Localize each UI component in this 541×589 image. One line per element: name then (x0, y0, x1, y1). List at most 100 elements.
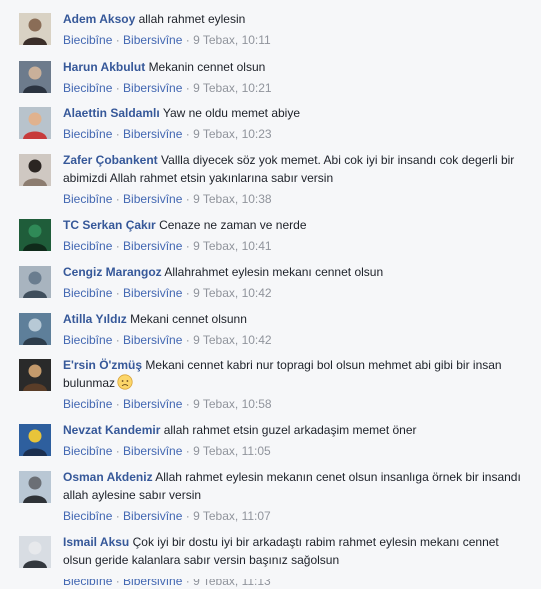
comment-timestamp[interactable]: 9 Tebax, 10:58 (193, 397, 272, 411)
comment-author-link[interactable]: Zafer Çobankent (63, 153, 158, 167)
profile-photo-icon[interactable] (19, 359, 51, 391)
comment-actions: Biecibîne · Bibersivîne · 9 Tebax, 10:58 (63, 396, 525, 412)
comment-author-link[interactable]: Nevzat Kandemir (63, 423, 160, 437)
reply-link[interactable]: Bibersivîne (123, 81, 182, 95)
separator-dot: · (182, 333, 194, 347)
like-link[interactable]: Biecibîne (63, 333, 112, 347)
separator-dot: · (112, 33, 124, 47)
comment-actions: Biecibîne · Bibersivîne · 9 Tebax, 11:07 (63, 508, 525, 524)
separator-dot: · (182, 192, 194, 206)
comment-body: Nevzat Kandemir allah rahmet etsin guzel… (63, 421, 525, 459)
comment-actions: Biecibîne · Bibersivîne · 9 Tebax, 10:11 (63, 32, 525, 48)
comment-body: Adem Aksoy allah rahmet eylesin Biecibîne… (63, 10, 525, 48)
comment-timestamp[interactable]: 9 Tebax, 11:05 (193, 444, 271, 458)
reply-link[interactable]: Bibersivîne (123, 286, 182, 300)
reply-link[interactable]: Bibersivîne (123, 509, 182, 523)
comment-body: Atilla Yıldız Mekani cennet olsunn Biecib… (63, 310, 525, 348)
reply-link[interactable]: Bibersivîne (123, 444, 182, 458)
comment-author-link[interactable]: E'rsin Ö'zmüş (63, 358, 142, 372)
profile-photo-icon[interactable] (19, 424, 51, 456)
separator-dot: · (182, 239, 194, 253)
reply-link[interactable]: Bibersivîne (123, 33, 182, 47)
comment-author-link[interactable]: Alaettin Saldamlı (63, 106, 160, 120)
comment-author-link[interactable]: Harun Akbulut (63, 60, 145, 74)
comment-body: Zafer Çobankent Vallla diyecek söz yok m… (63, 151, 525, 207)
comment-author-link[interactable]: Atilla Yıldız (63, 312, 127, 326)
profile-photo-icon[interactable] (19, 471, 51, 503)
comment-body: Ismail Aksu Çok iyi bir dostu iyi bir ar… (63, 533, 525, 589)
reply-link[interactable]: Bibersivîne (123, 192, 182, 206)
like-link[interactable]: Biecibîne (63, 397, 112, 411)
profile-photo-icon[interactable] (19, 536, 51, 568)
like-link[interactable]: Biecibîne (63, 239, 112, 253)
comment-text: Cenaze ne zaman ve nerde (159, 218, 307, 232)
separator-dot: · (182, 286, 194, 300)
separator-dot: · (182, 509, 194, 523)
like-link[interactable]: Biecibîne (63, 286, 112, 300)
comment-timestamp[interactable]: 9 Tebax, 10:11 (193, 33, 271, 47)
profile-photo-icon[interactable] (19, 61, 51, 93)
separator-dot: · (182, 81, 194, 95)
comment-author-link[interactable]: Cengiz Marangoz (63, 265, 162, 279)
profile-photo-icon[interactable] (19, 313, 51, 345)
reply-link[interactable]: Bibersivîne (123, 239, 182, 253)
sad-face-emoji-icon (117, 374, 133, 390)
like-link[interactable]: Biecibîne (63, 192, 112, 206)
comment-timestamp[interactable]: 9 Tebax, 10:21 (193, 81, 272, 95)
comment-actions: Biecibîne · Bibersivîne · 9 Tebax, 10:41 (63, 238, 525, 254)
comment-actions: Biecibîne · Bibersivîne · 9 Tebax, 10:38 (63, 191, 525, 207)
separator-dot: · (112, 127, 124, 141)
separator-dot: · (182, 444, 194, 458)
comment-timestamp[interactable]: 9 Tebax, 10:23 (193, 127, 272, 141)
comment-body: E'rsin Ö'zmüş Mekani cennet kabri nur to… (63, 356, 525, 412)
comment-body: Cengiz Marangoz Allahrahmet eylesin meka… (63, 263, 525, 301)
separator-dot: · (112, 333, 124, 347)
separator-dot: · (112, 286, 124, 300)
comment-timestamp[interactable]: 9 Tebax, 10:42 (193, 333, 272, 347)
comment-timestamp[interactable]: 9 Tebax, 10:42 (193, 286, 272, 300)
comment-body: Alaettin Saldamlı Yaw ne oldu memet abiy… (63, 104, 525, 142)
comment-actions: Biecibîne · Bibersivîne · 9 Tebax, 10:21 (63, 80, 525, 96)
separator-dot: · (182, 397, 194, 411)
reply-link[interactable]: Bibersivîne (123, 127, 182, 141)
bottom-edge (0, 575, 541, 579)
like-link[interactable]: Biecibîne (63, 81, 112, 95)
profile-photo-icon[interactable] (19, 13, 51, 45)
comment-body: Harun Akbulut Mekanin cennet olsun Biecib… (63, 58, 525, 96)
comment-actions: Biecibîne · Bibersivîne · 9 Tebax, 10:42 (63, 285, 525, 301)
reply-link[interactable]: Bibersivîne (123, 397, 182, 411)
like-link[interactable]: Biecibîne (63, 509, 112, 523)
separator-dot: · (182, 127, 194, 141)
like-link[interactable]: Biecibîne (63, 127, 112, 141)
separator-dot: · (112, 444, 124, 458)
comment-author-link[interactable]: Osman Akdeniz (63, 470, 153, 484)
separator-dot: · (112, 239, 124, 253)
comment-actions: Biecibîne · Bibersivîne · 9 Tebax, 11:05 (63, 443, 525, 459)
comment-timestamp[interactable]: 9 Tebax, 11:07 (193, 509, 271, 523)
comment-text: Mekanin cennet olsun (148, 60, 266, 74)
separator-dot: · (112, 509, 124, 523)
profile-photo-icon[interactable] (19, 219, 51, 251)
like-link[interactable]: Biecibîne (63, 33, 112, 47)
comment-body: Osman Akdeniz Allah rahmet eylesin mekan… (63, 468, 525, 524)
separator-dot: · (182, 33, 194, 47)
profile-photo-icon[interactable] (19, 107, 51, 139)
comment-text: allah rahmet eylesin (138, 12, 246, 26)
comment-author-link[interactable]: Ismail Aksu (63, 535, 129, 549)
profile-photo-icon[interactable] (19, 154, 51, 186)
reply-link[interactable]: Bibersivîne (123, 333, 182, 347)
comment-text: Allahrahmet eylesin mekanı cennet olsun (164, 265, 384, 279)
comment-text: allah rahmet etsin guzel arkadaşim memet… (163, 423, 417, 437)
profile-photo-icon[interactable] (19, 266, 51, 298)
comment-text: Çok iyi bir dostu iyi bir arkadaştı rabi… (63, 535, 499, 567)
comment-body: TC Serkan Çakır Cenaze ne zaman ve nerde… (63, 216, 525, 254)
comment-actions: Biecibîne · Bibersivîne · 9 Tebax, 10:23 (63, 126, 525, 142)
comment-text: Yaw ne oldu memet abiye (162, 106, 301, 120)
separator-dot: · (112, 81, 124, 95)
comment-author-link[interactable]: Adem Aksoy (63, 12, 135, 26)
comment-timestamp[interactable]: 9 Tebax, 10:41 (193, 239, 272, 253)
like-link[interactable]: Biecibîne (63, 444, 112, 458)
comment-timestamp[interactable]: 9 Tebax, 10:38 (193, 192, 272, 206)
comment-author-link[interactable]: TC Serkan Çakır (63, 218, 156, 232)
comment-text: Mekani cennet olsunn (130, 312, 247, 326)
